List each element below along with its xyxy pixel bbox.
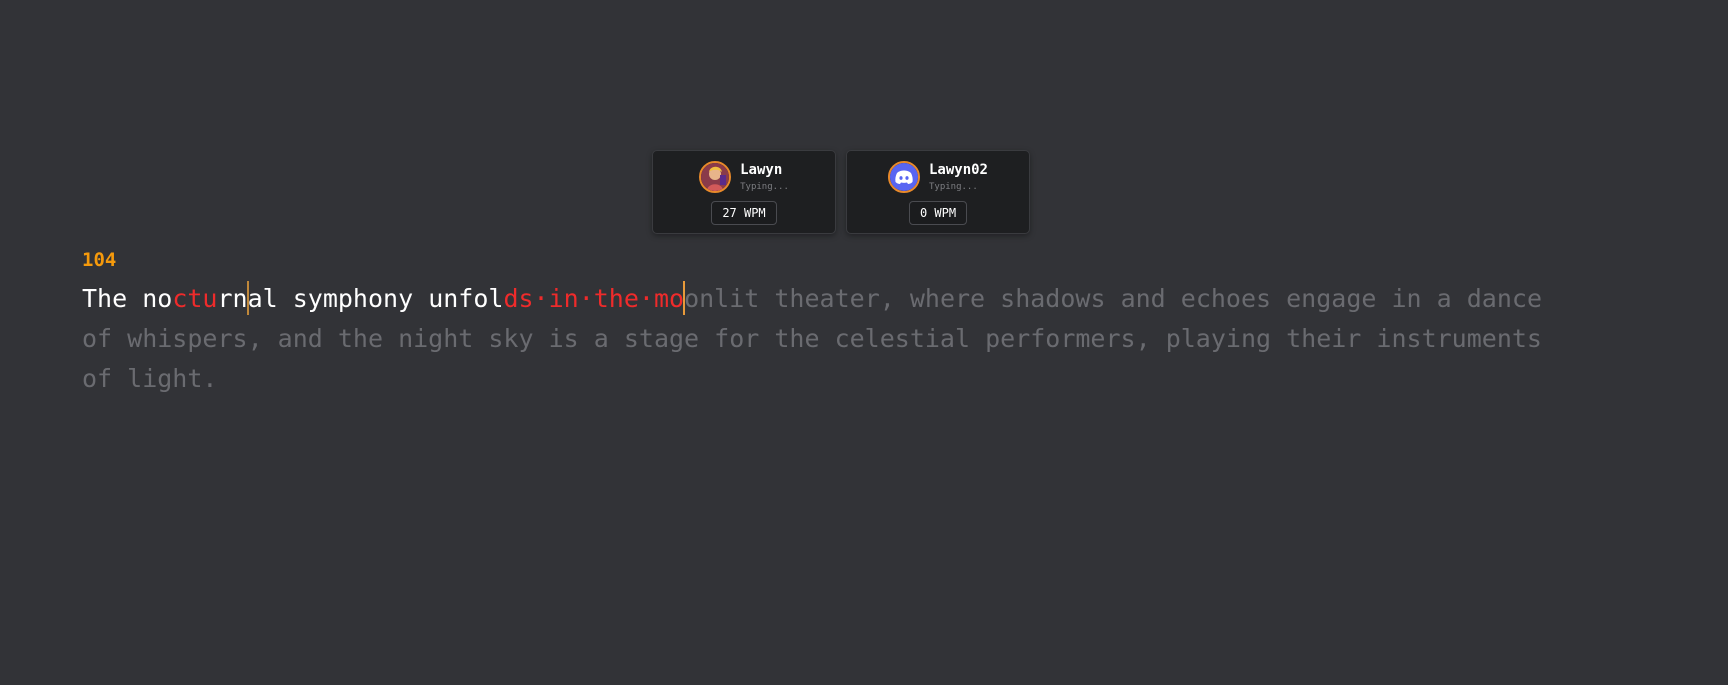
discord-default-avatar-icon <box>887 161 920 193</box>
typed-text: rn <box>217 284 248 313</box>
wpm-badge: 0 WPM <box>908 201 968 225</box>
player-card-lawyn: Lawyn Typing... 27 WPM <box>652 150 836 234</box>
player-list: Lawyn Typing... 27 WPM Lawyn02 Typing...… <box>652 150 1030 234</box>
wpm-badge: 27 WPM <box>711 201 777 225</box>
player-header: Lawyn Typing... <box>699 161 789 193</box>
error-text: ds·in·the·mo <box>503 284 685 313</box>
character-portrait-icon <box>699 161 732 193</box>
typing-passage[interactable]: The nocturnal symphony unfolds·in·the·mo… <box>82 279 1542 399</box>
player-meta: Lawyn02 Typing... <box>929 163 988 192</box>
typed-text: The no <box>82 284 173 313</box>
player-meta: Lawyn Typing... <box>740 163 789 192</box>
player-status: Typing... <box>928 181 978 192</box>
player-card-lawyn02: Lawyn02 Typing... 0 WPM <box>846 150 1030 234</box>
player-name: Lawyn02 <box>928 161 988 178</box>
player-header: Lawyn02 Typing... <box>887 161 988 193</box>
race-countdown: 104 <box>82 249 117 271</box>
error-text: ctu <box>172 284 218 313</box>
player-name: Lawyn <box>740 161 783 178</box>
player-status: Typing... <box>740 181 789 192</box>
typed-text: al symphony unfol <box>247 284 504 313</box>
